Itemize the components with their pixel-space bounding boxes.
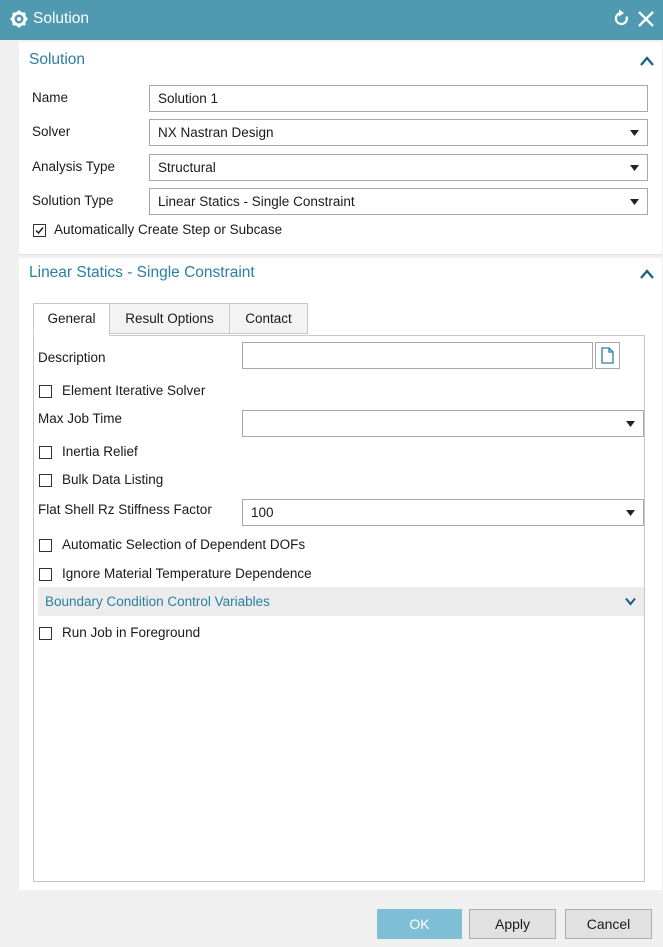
collapse-icon[interactable] (640, 56, 654, 66)
name-field[interactable]: Solution 1 (149, 85, 648, 112)
dropdown-arrow-icon (626, 421, 635, 427)
dropdown-arrow-icon (630, 130, 639, 136)
flat-shell-dropdown[interactable]: 100 (242, 499, 644, 526)
bcc-label: Boundary Condition Control Variables (45, 594, 270, 609)
auto-dof-checkbox[interactable] (39, 539, 52, 552)
element-iterative-label[interactable]: Element Iterative Solver (62, 383, 205, 398)
solver-value: NX Nastran Design (158, 125, 274, 140)
max-job-time-label: Max Job Time (38, 411, 123, 426)
flat-shell-value: 100 (251, 505, 274, 520)
cancel-button[interactable]: Cancel (565, 909, 652, 939)
ok-button[interactable]: OK (377, 909, 462, 939)
run-job-label[interactable]: Run Job in Foreground (62, 625, 200, 640)
linear-section-header[interactable]: Linear Statics - Single Constraint (29, 264, 255, 282)
gear-icon (10, 10, 28, 28)
file-icon (601, 347, 614, 364)
description-field[interactable] (242, 342, 593, 369)
bulk-data-label[interactable]: Bulk Data Listing (62, 472, 163, 487)
inertia-relief-checkbox[interactable] (39, 446, 52, 459)
analysis-type-value: Structural (158, 160, 216, 175)
solver-dropdown[interactable]: NX Nastran Design (149, 119, 648, 146)
description-file-button[interactable] (595, 342, 620, 369)
collapse-icon[interactable] (640, 269, 654, 279)
ignore-temp-checkbox[interactable] (39, 568, 52, 581)
linear-statics-panel: Linear Statics - Single Constraint Gener… (19, 258, 662, 890)
bulk-data-checkbox[interactable] (39, 474, 52, 487)
solution-type-dropdown[interactable]: Linear Statics - Single Constraint (149, 188, 648, 215)
run-job-checkbox[interactable] (39, 627, 52, 640)
solution-type-value: Linear Statics - Single Constraint (158, 194, 355, 209)
title-bar: Solution (0, 0, 663, 40)
tab-general[interactable]: General (33, 303, 110, 336)
window-title: Solution (33, 10, 90, 27)
auto-dof-label[interactable]: Automatic Selection of Dependent DOFs (62, 537, 305, 552)
bcc-group-header[interactable]: Boundary Condition Control Variables (38, 587, 644, 616)
auto-create-label[interactable]: Automatically Create Step or Subcase (54, 222, 282, 237)
auto-create-checkbox[interactable] (33, 224, 46, 237)
dropdown-arrow-icon (630, 199, 639, 205)
flat-shell-label: Flat Shell Rz Stiffness Factor (38, 502, 212, 517)
name-label: Name (32, 90, 69, 105)
solution-panel: Solution Name Solution 1 Solver NX Nastr… (19, 42, 662, 255)
max-job-time-dropdown[interactable] (242, 410, 644, 437)
solution-type-label: Solution Type (32, 193, 114, 208)
tab-contact[interactable]: Contact (229, 303, 308, 334)
dropdown-arrow-icon (626, 510, 635, 516)
analysis-type-label: Analysis Type (32, 159, 116, 174)
checkmark-icon (35, 227, 44, 235)
element-iterative-checkbox[interactable] (39, 385, 52, 398)
expand-icon (625, 597, 636, 606)
reset-icon[interactable] (613, 8, 631, 28)
ignore-temp-label[interactable]: Ignore Material Temperature Dependence (62, 566, 312, 581)
description-label: Description (38, 350, 106, 365)
tab-result-options[interactable]: Result Options (109, 303, 230, 334)
apply-button[interactable]: Apply (469, 909, 556, 939)
close-icon[interactable] (637, 10, 655, 28)
analysis-type-dropdown[interactable]: Structural (149, 154, 648, 181)
solution-section-header[interactable]: Solution (29, 51, 85, 69)
inertia-relief-label[interactable]: Inertia Relief (62, 444, 138, 459)
solver-label: Solver (32, 124, 71, 139)
dropdown-arrow-icon (630, 165, 639, 171)
